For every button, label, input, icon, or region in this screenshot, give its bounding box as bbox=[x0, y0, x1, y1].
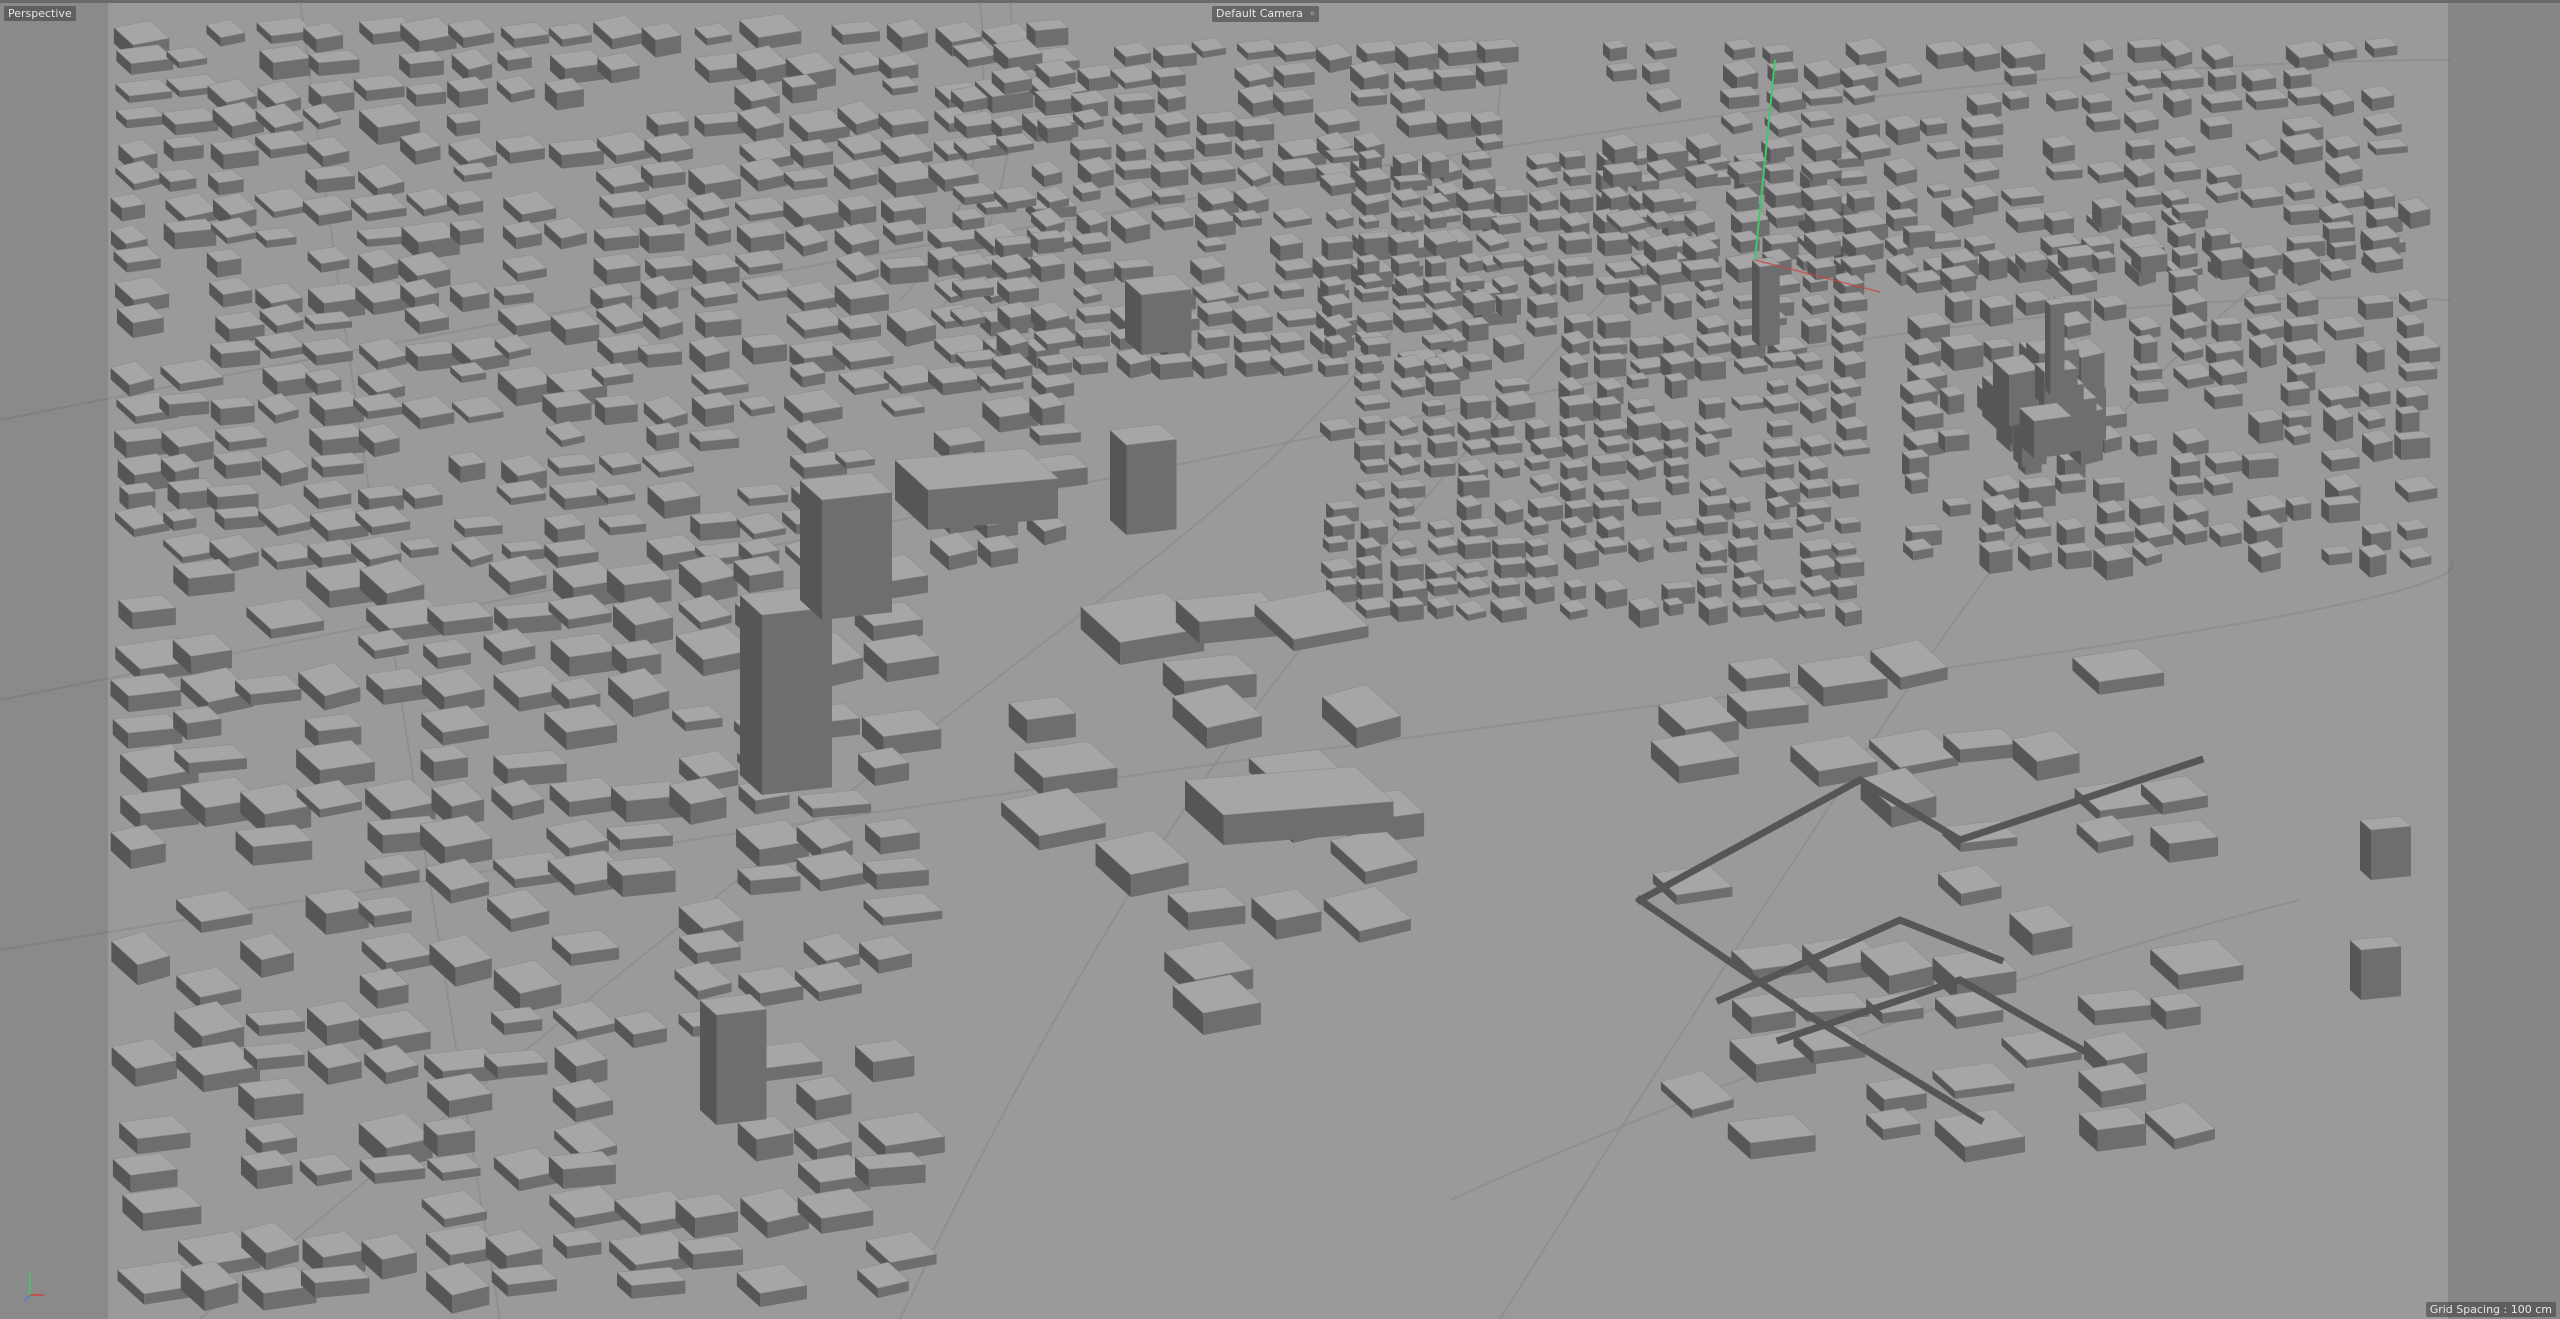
building-side bbox=[1328, 241, 1353, 261]
tower-2-side bbox=[822, 492, 892, 620]
building-side bbox=[1945, 434, 1970, 453]
view-mode-label[interactable]: Perspective bbox=[4, 6, 76, 21]
building-side bbox=[1332, 341, 1347, 359]
building-side bbox=[1705, 402, 1726, 421]
building-side bbox=[2066, 550, 2092, 570]
building-side bbox=[1989, 549, 2013, 575]
building-side bbox=[1243, 123, 1275, 143]
building-side bbox=[2293, 258, 2320, 284]
building-side bbox=[1840, 561, 1865, 579]
viewport-top-border bbox=[0, 0, 2560, 3]
building-side bbox=[1989, 257, 2008, 281]
building-side bbox=[2293, 502, 2312, 522]
building-side bbox=[1469, 323, 1489, 343]
building-side bbox=[1364, 236, 1393, 254]
3d-viewport[interactable]: Perspective Default Camera ◦ Grid Spacin… bbox=[0, 0, 2560, 1319]
building-side bbox=[1038, 237, 1065, 255]
building-side bbox=[2329, 502, 2360, 524]
building-side bbox=[2329, 226, 2356, 244]
building-side bbox=[1909, 230, 1936, 249]
building-side bbox=[2249, 457, 2279, 480]
building-side bbox=[1911, 478, 1929, 495]
edge-box-2-face bbox=[2350, 940, 2361, 1000]
edge-box-1-face bbox=[2360, 820, 2371, 880]
tower-1-side bbox=[762, 607, 832, 795]
edge-box-2-side bbox=[2361, 946, 2401, 1000]
building-side bbox=[1568, 283, 1584, 303]
building-side bbox=[2401, 437, 2431, 461]
building-side bbox=[1953, 299, 1973, 324]
building-side bbox=[1501, 298, 1522, 317]
building-side bbox=[1501, 194, 1528, 215]
building-side bbox=[2099, 482, 2125, 503]
camera-menu[interactable]: Default Camera ◦ bbox=[1212, 6, 1320, 22]
cathedral-spire-side bbox=[2050, 303, 2065, 395]
safe-frame-left bbox=[0, 0, 108, 1319]
building-side bbox=[2099, 256, 2116, 275]
tower-1-face bbox=[740, 595, 762, 795]
z-axis-line bbox=[23, 1294, 31, 1302]
safe-frame-right bbox=[2448, 0, 2560, 1319]
building-side bbox=[1638, 501, 1661, 517]
building-side bbox=[1671, 379, 1688, 400]
camera-toggle-icon[interactable]: ◦ bbox=[1309, 8, 1315, 21]
building-side bbox=[1948, 393, 1965, 415]
building-side bbox=[2132, 144, 2155, 161]
building-side bbox=[1431, 159, 1449, 180]
axis-gizmo bbox=[23, 1273, 44, 1302]
building-side bbox=[2218, 323, 2242, 343]
tower-3-face bbox=[1110, 430, 1127, 535]
building-side bbox=[1465, 542, 1491, 560]
cathedral-spire-face bbox=[2045, 300, 2051, 395]
building-side bbox=[2101, 205, 2122, 229]
tower-3-side bbox=[1126, 439, 1177, 535]
building-side bbox=[1808, 324, 1827, 345]
building-side bbox=[1501, 562, 1528, 579]
tower-4-side bbox=[1141, 289, 1192, 355]
edge-box-1-side bbox=[2371, 826, 2411, 880]
building-side bbox=[2367, 349, 2385, 373]
building-side bbox=[2288, 387, 2310, 407]
building-side bbox=[2366, 301, 2394, 321]
building-side bbox=[2135, 45, 2166, 64]
building-side bbox=[2259, 418, 2284, 444]
building-side bbox=[1600, 358, 1627, 379]
grid-spacing-label: Grid Spacing : 100 cm bbox=[2425, 1302, 2556, 1317]
tower-2-face bbox=[800, 480, 822, 620]
church-tower-face bbox=[1752, 260, 1760, 347]
church-tower-side bbox=[1759, 264, 1780, 347]
building-side bbox=[1605, 238, 1633, 257]
building-side bbox=[2370, 553, 2387, 578]
cathedral-part-side bbox=[2034, 416, 2072, 459]
building-side bbox=[1605, 320, 1631, 340]
city-scene[interactable] bbox=[0, 0, 2560, 1319]
tower-5-side bbox=[716, 1009, 767, 1125]
building-side bbox=[2141, 341, 2158, 365]
camera-label: Default Camera bbox=[1216, 7, 1303, 20]
tower-5-face bbox=[700, 1000, 717, 1125]
building-side bbox=[1701, 361, 1726, 382]
